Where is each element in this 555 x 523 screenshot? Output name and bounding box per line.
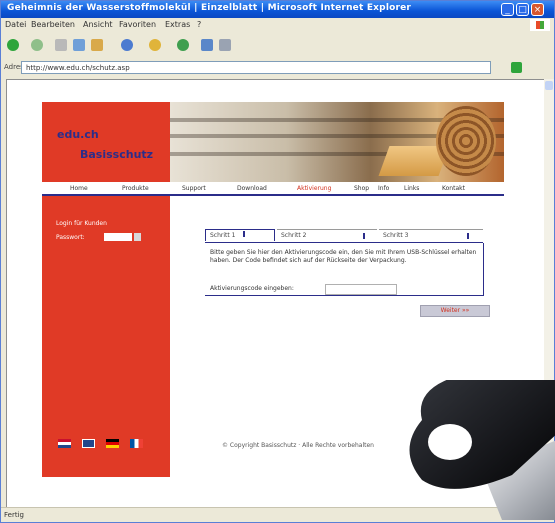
site-nav: Home Produkte Support Download Aktivieru… <box>42 182 504 194</box>
nav-item-download[interactable]: Download <box>237 185 267 192</box>
footer-copyright: © Copyright Basisschutz · Alle Rechte vo… <box>222 442 374 449</box>
menu-view[interactable]: Ansicht <box>83 20 113 29</box>
rope-coil-image <box>436 106 496 176</box>
step-tabs: Schritt 1 Schritt 2 Schritt 3 <box>205 229 483 243</box>
nav-item-activation[interactable]: Aktivierung <box>297 185 331 192</box>
windows-logo-icon <box>530 19 550 31</box>
close-button[interactable]: × <box>531 3 544 16</box>
site-logo-line2[interactable]: Basisschutz <box>80 148 153 161</box>
activation-code-input[interactable] <box>325 284 397 295</box>
password-input[interactable] <box>104 233 132 241</box>
login-heading: Login für Kunden <box>56 220 107 227</box>
nav-item-info[interactable]: Info <box>378 185 389 192</box>
title-bar: Geheimnis der Wasserstoffmolekül | Einze… <box>1 1 554 18</box>
status-text: Fertig <box>4 511 24 519</box>
nav-item-shop[interactable]: Shop <box>354 185 369 192</box>
menu-tools[interactable]: Extras <box>165 20 190 29</box>
nav-item-products[interactable]: Produkte <box>122 185 149 192</box>
flag-uk-icon[interactable] <box>82 439 95 448</box>
mail-icon[interactable] <box>201 39 213 51</box>
tab-marker <box>243 231 245 237</box>
go-icon[interactable] <box>511 62 522 73</box>
nav-item-links[interactable]: Links <box>404 185 419 192</box>
instructions-text: Bitte geben Sie hier den Aktivierungscod… <box>210 249 477 264</box>
refresh-icon[interactable] <box>73 39 85 51</box>
flag-de-icon[interactable] <box>106 439 119 448</box>
next-button[interactable]: Weiter »» <box>420 305 490 317</box>
usb-key-image <box>409 380 555 520</box>
tab-step-2[interactable]: Schritt 2 <box>277 229 377 241</box>
stop-icon[interactable] <box>55 39 67 51</box>
search-icon[interactable] <box>121 39 133 51</box>
forward-icon[interactable] <box>31 39 43 51</box>
login-button[interactable] <box>134 233 141 241</box>
tab-marker <box>363 233 365 239</box>
usb-key-ring-hole <box>428 424 472 460</box>
header-banner <box>170 102 504 182</box>
activation-code-label: Aktivierungscode eingeben: <box>210 285 294 292</box>
menu-edit[interactable]: Bearbeiten <box>31 20 75 29</box>
flag-fr-icon[interactable] <box>130 439 143 448</box>
history-icon[interactable] <box>177 39 189 51</box>
tab-marker <box>467 233 469 239</box>
flag-nl-icon[interactable] <box>58 439 71 448</box>
menu-favorites[interactable]: Favoriten <box>119 20 156 29</box>
tab-panel: Bitte geben Sie hier den Aktivierungscod… <box>205 243 484 296</box>
tab-step-1[interactable]: Schritt 1 <box>205 229 275 241</box>
menu-help[interactable]: ? <box>197 20 201 29</box>
minimize-button[interactable]: _ <box>501 3 514 16</box>
menu-bar: Datei Bearbeiten Ansicht Favoriten Extra… <box>1 18 554 31</box>
nav-item-home[interactable]: Home <box>70 185 88 192</box>
window-title: Geheimnis der Wasserstoffmolekül | Einze… <box>7 3 412 13</box>
address-bar: Adresse http://www.edu.ch/schutz.asp <box>1 59 554 77</box>
nav-item-support[interactable]: Support <box>182 185 206 192</box>
password-label: Passwort: <box>56 234 85 241</box>
nav-divider <box>42 194 504 196</box>
nav-item-contact[interactable]: Kontakt <box>442 185 465 192</box>
toolbar <box>1 31 554 60</box>
menu-file[interactable]: Datei <box>5 20 26 29</box>
maximize-button[interactable]: □ <box>516 3 529 16</box>
site-logo-line1[interactable]: edu.ch <box>57 128 99 141</box>
favorites-icon[interactable] <box>149 39 161 51</box>
home-icon[interactable] <box>91 39 103 51</box>
back-icon[interactable] <box>7 39 19 51</box>
print-icon[interactable] <box>219 39 231 51</box>
address-input[interactable]: http://www.edu.ch/schutz.asp <box>21 61 491 74</box>
